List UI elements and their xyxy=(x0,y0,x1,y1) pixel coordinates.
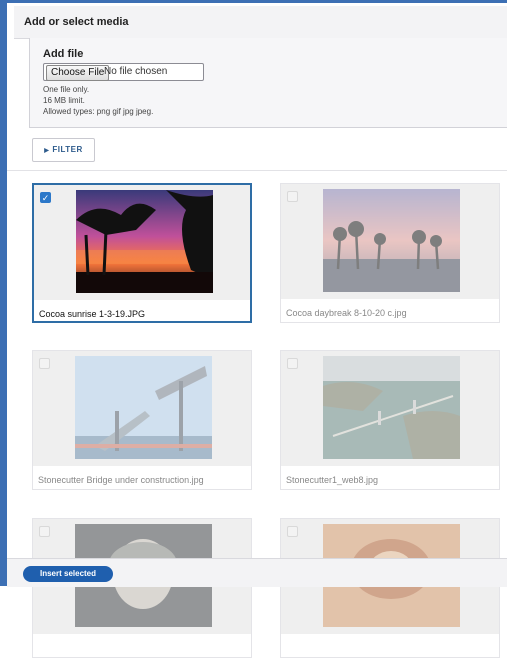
select-checkbox[interactable] xyxy=(287,526,298,537)
media-name: Cocoa sunrise 1-3-19.JPG xyxy=(39,309,146,319)
media-item-cocoa-daybreak[interactable]: Cocoa daybreak 8-10-20 c.jpg xyxy=(280,183,500,323)
select-checkbox[interactable] xyxy=(287,358,298,369)
dialog-title: Add or select media xyxy=(24,16,129,28)
thumbnail-bridge-construction xyxy=(75,356,212,459)
thumbnail-sunrise xyxy=(76,190,213,293)
filter-button[interactable]: ▶ FILTER xyxy=(32,138,95,162)
media-name: Cocoa daybreak 8-10-20 c.jpg xyxy=(286,308,407,318)
dialog-footer: Insert selected xyxy=(7,558,507,587)
dialog-titlebar: Add or select media xyxy=(14,6,507,39)
choose-file-button[interactable]: Choose File xyxy=(46,65,110,81)
hint-allowed-types: Allowed types: png gif jpg jpeg. xyxy=(43,107,154,116)
triangle-right-icon: ▶ xyxy=(44,148,50,154)
hint-size-limit: 16 MB limit. xyxy=(43,96,85,105)
insert-selected-button[interactable]: Insert selected xyxy=(23,566,113,582)
select-checkbox[interactable] xyxy=(39,526,50,537)
select-checkbox[interactable] xyxy=(287,191,298,202)
add-file-label: Add file xyxy=(43,48,84,60)
hint-file-count: One file only. xyxy=(43,85,90,94)
thumbnail-bridge-aerial xyxy=(323,356,460,459)
media-item-stonecutter-bridge[interactable]: Stonecutter Bridge under construction.jp… xyxy=(32,350,252,490)
file-input[interactable]: Choose File No file chosen xyxy=(43,63,204,81)
media-item-cocoa-sunrise[interactable]: ✓ Cocoa sunrise 1-3-19.JPG xyxy=(32,183,252,323)
select-checkbox[interactable]: ✓ xyxy=(40,192,51,203)
filter-label: FILTER xyxy=(52,145,83,154)
thumbnail-daybreak xyxy=(323,189,460,292)
media-item-6[interactable] xyxy=(280,518,500,658)
file-status: No file chosen xyxy=(104,66,168,77)
media-name: Stonecutter1_web8.jpg xyxy=(286,475,379,485)
media-name: Stonecutter Bridge under construction.jp… xyxy=(38,475,204,485)
add-file-section: Add file Choose File No file chosen One … xyxy=(29,38,507,128)
select-checkbox[interactable] xyxy=(39,358,50,369)
media-item-5[interactable] xyxy=(32,518,252,658)
media-item-stonecutter-web[interactable]: Stonecutter1_web8.jpg xyxy=(280,350,500,490)
divider xyxy=(7,170,507,171)
